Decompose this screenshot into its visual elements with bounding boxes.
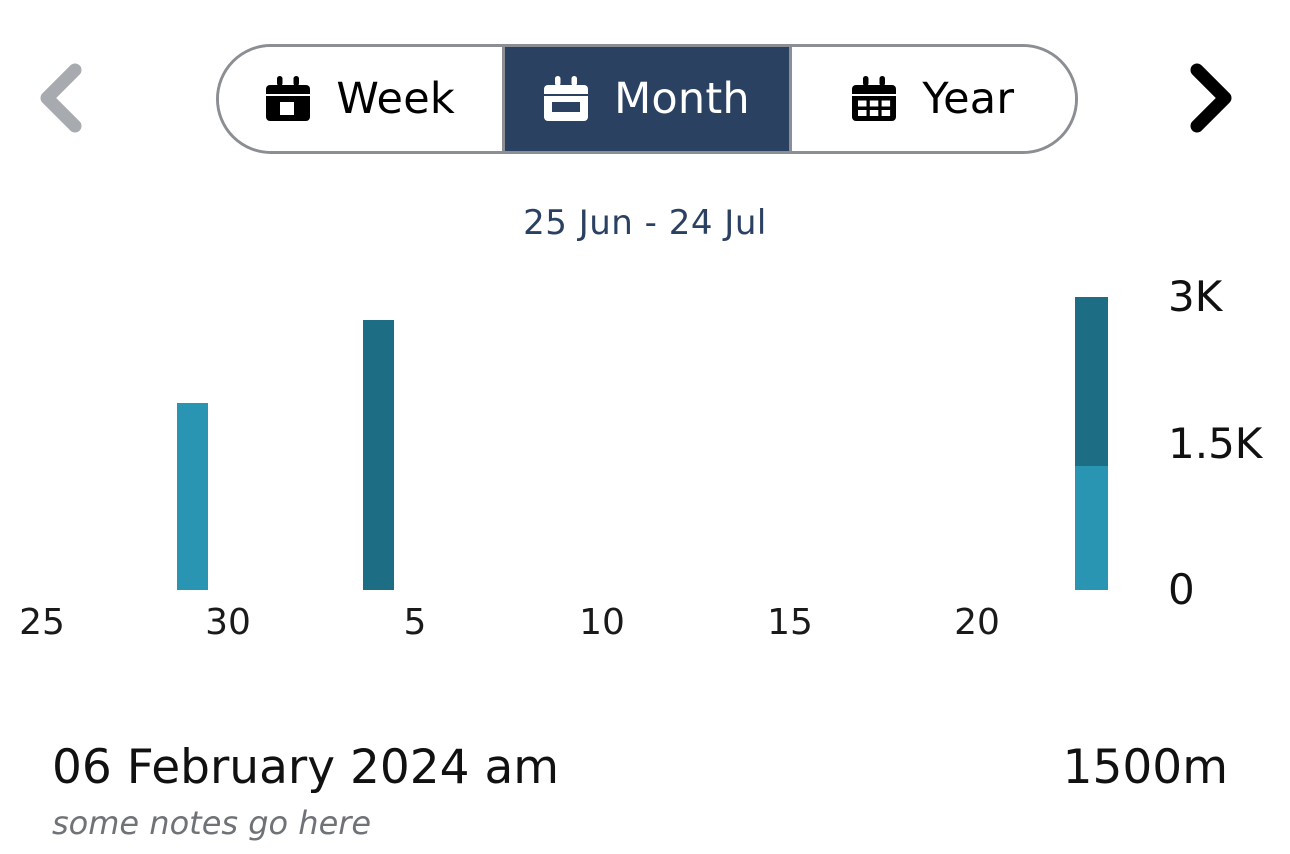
calendar-grid-icon [852, 76, 897, 122]
entry-value: 1500m [1062, 740, 1228, 795]
segment-week[interactable]: Week [219, 47, 503, 151]
segment-month[interactable]: Month [502, 47, 789, 151]
y-axis-tick-label: 1.5K [1168, 418, 1263, 468]
chevron-right-icon [1185, 62, 1235, 134]
chart-plot-area[interactable] [0, 250, 1040, 595]
chevron-left-icon [35, 62, 85, 134]
entry-detail-row[interactable]: 06 February 2024 am 1500m some notes go … [0, 726, 1290, 854]
activity-bar-chart: 3K 1.5K 0 [0, 250, 1290, 611]
entry-title: 06 February 2024 am [52, 740, 560, 795]
date-range-label: 25 Jun - 24 Jul [523, 203, 767, 243]
chart-bar[interactable] [363, 319, 394, 590]
segment-year-label: Year [922, 73, 1015, 124]
previous-period-button[interactable] [28, 62, 92, 134]
x-axis-tick-label: 15 [767, 602, 813, 643]
segment-week-label: Week [336, 73, 455, 124]
legend-color-segment [1075, 297, 1108, 466]
segment-year[interactable]: Year [788, 47, 1075, 151]
x-axis-tick-label: 20 [954, 602, 1000, 643]
period-segmented-control[interactable]: Week Month Year [216, 44, 1078, 154]
calendar-day-icon [266, 76, 311, 122]
next-period-button[interactable] [1178, 62, 1242, 134]
x-axis-tick-label: 5 [403, 602, 427, 643]
x-axis-tick-label: 10 [579, 602, 625, 643]
chart-x-axis: 25 30 5 10 15 20 [0, 605, 1040, 655]
chart-y-axis-labels: 3K 1.5K 0 [1168, 250, 1290, 611]
chart-bar[interactable] [177, 402, 208, 590]
x-axis-tick-label: 30 [205, 602, 251, 643]
y-axis-tick-label: 0 [1168, 565, 1195, 614]
chart-color-scale-legend [1075, 297, 1108, 590]
entry-notes: some notes go here [52, 804, 372, 842]
x-axis-tick-label: 25 [19, 602, 65, 643]
segment-month-label: Month [614, 73, 750, 124]
legend-color-segment [1075, 465, 1108, 590]
toolbar: Week Month Year [0, 0, 1290, 190]
calendar-week-icon [544, 76, 589, 122]
y-axis-tick-label: 3K [1168, 272, 1223, 321]
